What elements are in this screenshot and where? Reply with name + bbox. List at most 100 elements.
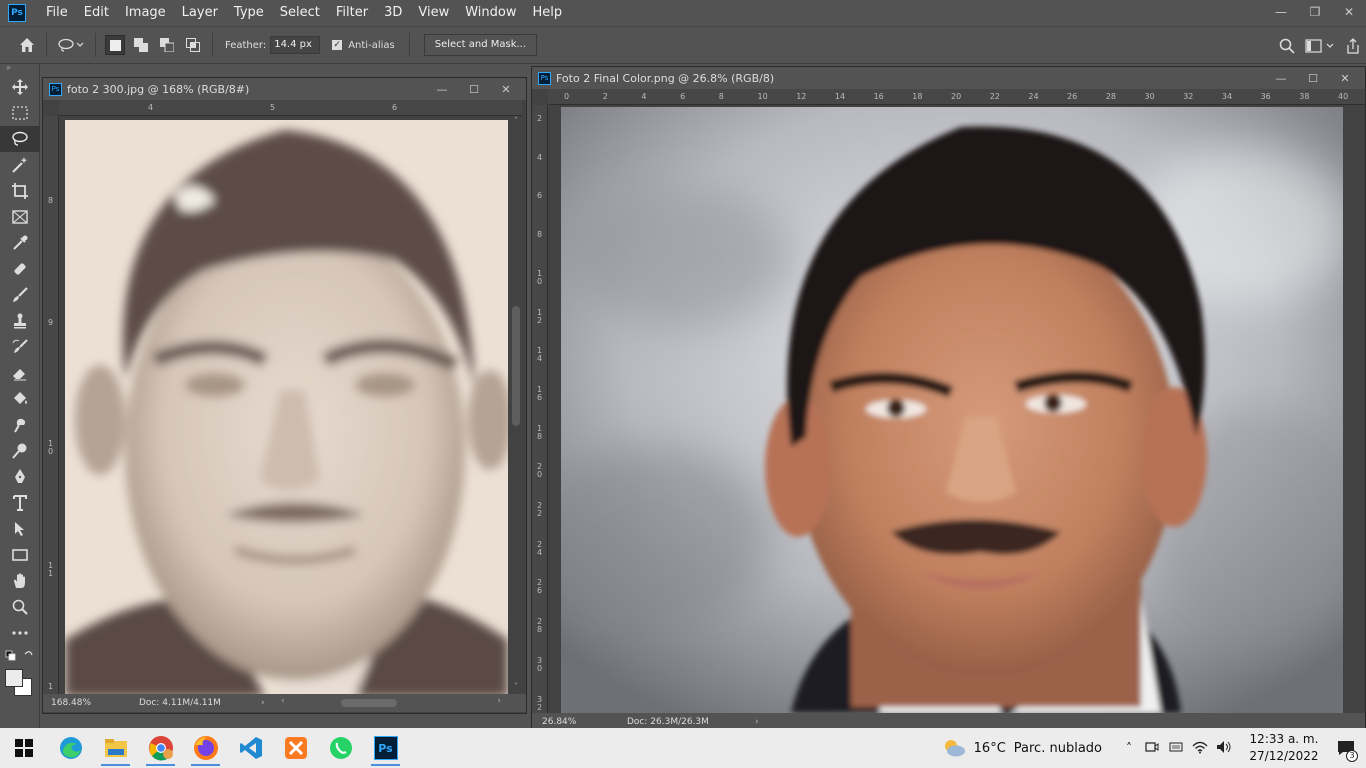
document-window-2[interactable]: Ps Foto 2 Final Color.png @ 26.8% (RGB/8… (531, 66, 1366, 731)
ruler-tick-label: 2 8 (537, 617, 543, 635)
menu-view[interactable]: View (410, 0, 457, 26)
minimize-icon[interactable]: — (426, 83, 458, 96)
close-icon[interactable]: ✕ (490, 83, 522, 96)
menu-layer[interactable]: Layer (174, 0, 226, 26)
menu-help[interactable]: Help (525, 0, 571, 26)
ruler-horizontal-2: 0 2 4 6 8 10 12 14 16 18 20 22 24 26 28 30 32 34 36 38 40 (548, 89, 1365, 105)
path-selection-tool-icon[interactable] (0, 516, 40, 542)
hand-tool-icon[interactable] (0, 568, 40, 594)
wifi-icon[interactable] (1188, 740, 1212, 757)
chevron-up-icon[interactable]: ˄ (1118, 741, 1140, 755)
move-tool-icon[interactable] (0, 74, 40, 100)
menu-edit[interactable]: Edit (76, 0, 117, 26)
ruler-tick-label: 4 (537, 152, 543, 162)
close-icon[interactable]: ✕ (1332, 0, 1366, 26)
dodge-tool-icon[interactable] (0, 438, 40, 464)
eyedropper-tool-icon[interactable] (0, 230, 40, 256)
zoom-tool-icon[interactable] (0, 594, 40, 620)
restore-icon[interactable]: ❐ (1298, 0, 1332, 26)
frame-tool-icon[interactable] (0, 204, 40, 230)
photoshop-taskbar-icon[interactable]: Ps (363, 728, 408, 768)
eraser-tool-icon[interactable] (0, 360, 40, 386)
collapse-icon[interactable]: » (0, 64, 39, 74)
home-icon[interactable] (14, 32, 40, 58)
healing-brush-tool-icon[interactable] (0, 256, 40, 282)
ruler-tick-label: 2 (602, 92, 608, 101)
vertical-scrollbar-1[interactable]: ˄ ˅ (510, 116, 522, 694)
document-title-bar-2[interactable]: Ps Foto 2 Final Color.png @ 26.8% (RGB/8… (532, 67, 1365, 89)
minimize-icon[interactable]: — (1265, 72, 1297, 85)
type-tool-icon[interactable] (0, 490, 40, 516)
menu-select[interactable]: Select (272, 0, 328, 26)
subtract-selection-icon[interactable] (157, 35, 177, 55)
smudge-tool-icon[interactable] (0, 412, 40, 438)
zoom-level-2[interactable]: 26.84% (542, 717, 627, 727)
clone-stamp-tool-icon[interactable] (0, 308, 40, 334)
original-photo[interactable] (65, 120, 508, 697)
notification-center-icon[interactable]: 3 (1326, 728, 1366, 768)
windows-start-icon[interactable] (0, 728, 48, 768)
feather-input[interactable]: 14.4 px (270, 36, 321, 54)
menu-window[interactable]: Window (457, 0, 524, 26)
lasso-tool-icon[interactable] (0, 126, 40, 152)
photoshop-logo-icon: Ps (8, 4, 26, 22)
document-title-bar-1[interactable]: Ps foto 2 300.jpg @ 168% (RGB/8#) — ☐ ✕ (43, 78, 526, 100)
status-arrow-icon[interactable]: › (755, 717, 759, 727)
rectangle-tool-icon[interactable] (0, 542, 40, 568)
paint-bucket-tool-icon[interactable] (0, 386, 40, 412)
keyboard-ime-icon[interactable] (1164, 740, 1188, 757)
menu-filter[interactable]: Filter (328, 0, 376, 26)
document-title-2: Foto 2 Final Color.png @ 26.8% (RGB/8) (556, 71, 775, 85)
horizontal-scrollbar-1[interactable]: ‹ › (281, 696, 501, 709)
menu-type[interactable]: Type (226, 0, 272, 26)
ruler-vertical-1: 8 9 1 0 1 1 1 (43, 116, 59, 694)
whatsapp-icon[interactable] (318, 728, 363, 768)
select-and-mask-button[interactable]: Select and Mask... (423, 34, 538, 56)
firefox-icon[interactable] (183, 728, 228, 768)
search-icon[interactable] (1274, 33, 1300, 59)
xampp-icon[interactable] (273, 728, 318, 768)
more-tools-icon[interactable] (0, 620, 40, 646)
pen-tool-icon[interactable] (0, 464, 40, 490)
maximize-icon[interactable]: ☐ (1297, 72, 1329, 85)
marquee-tool-icon[interactable] (0, 100, 40, 126)
menu-file[interactable]: File (38, 0, 76, 26)
weather-icon[interactable] (942, 728, 970, 768)
document-window-1[interactable]: Ps foto 2 300.jpg @ 168% (RGB/8#) — ☐ ✕ … (42, 77, 527, 714)
volume-icon[interactable] (1212, 740, 1236, 757)
minimize-icon[interactable]: — (1264, 0, 1298, 26)
ruler-tick-label: 40 (1338, 92, 1349, 101)
clock[interactable]: 12:33 a. m. 27/12/2022 (1242, 731, 1326, 765)
chrome-icon[interactable] (138, 728, 183, 768)
ruler-tick-label: 1 4 (537, 346, 543, 364)
new-selection-icon[interactable] (105, 35, 125, 55)
magic-wand-tool-icon[interactable] (0, 152, 40, 178)
workspace-icon[interactable] (1300, 33, 1340, 59)
lasso-preset-icon[interactable] (53, 32, 89, 58)
history-brush-tool-icon[interactable] (0, 334, 40, 360)
crop-tool-icon[interactable] (0, 178, 40, 204)
weather-text[interactable]: Parc. nublado (1014, 741, 1102, 756)
edge-icon[interactable] (48, 728, 93, 768)
ruler-tick-label: 3 2 (537, 694, 543, 712)
menu-image[interactable]: Image (117, 0, 174, 26)
menu-3d[interactable]: 3D (376, 0, 410, 26)
ruler-tick-label: 36 (1260, 92, 1271, 101)
antialias-checkbox[interactable]: ✓ (332, 40, 343, 50)
zoom-level-1[interactable]: 168.48% (51, 698, 131, 708)
intersect-selection-icon[interactable] (183, 35, 203, 55)
share-icon[interactable] (1340, 33, 1366, 59)
temperature[interactable]: 16°C (974, 741, 1006, 756)
meet-now-icon[interactable] (1140, 740, 1164, 757)
maximize-icon[interactable]: ☐ (458, 83, 490, 96)
add-selection-icon[interactable] (131, 35, 151, 55)
color-swatches[interactable] (0, 666, 39, 700)
vscode-icon[interactable] (228, 728, 273, 768)
swap-colors-icon[interactable] (0, 646, 39, 666)
brush-tool-icon[interactable] (0, 282, 40, 308)
colorized-photo[interactable] (561, 107, 1343, 713)
close-icon[interactable]: ✕ (1329, 72, 1361, 85)
file-explorer-icon[interactable] (93, 728, 138, 768)
status-arrow-icon[interactable]: › (261, 698, 281, 708)
ruler-tick-label: 18 (912, 92, 923, 101)
